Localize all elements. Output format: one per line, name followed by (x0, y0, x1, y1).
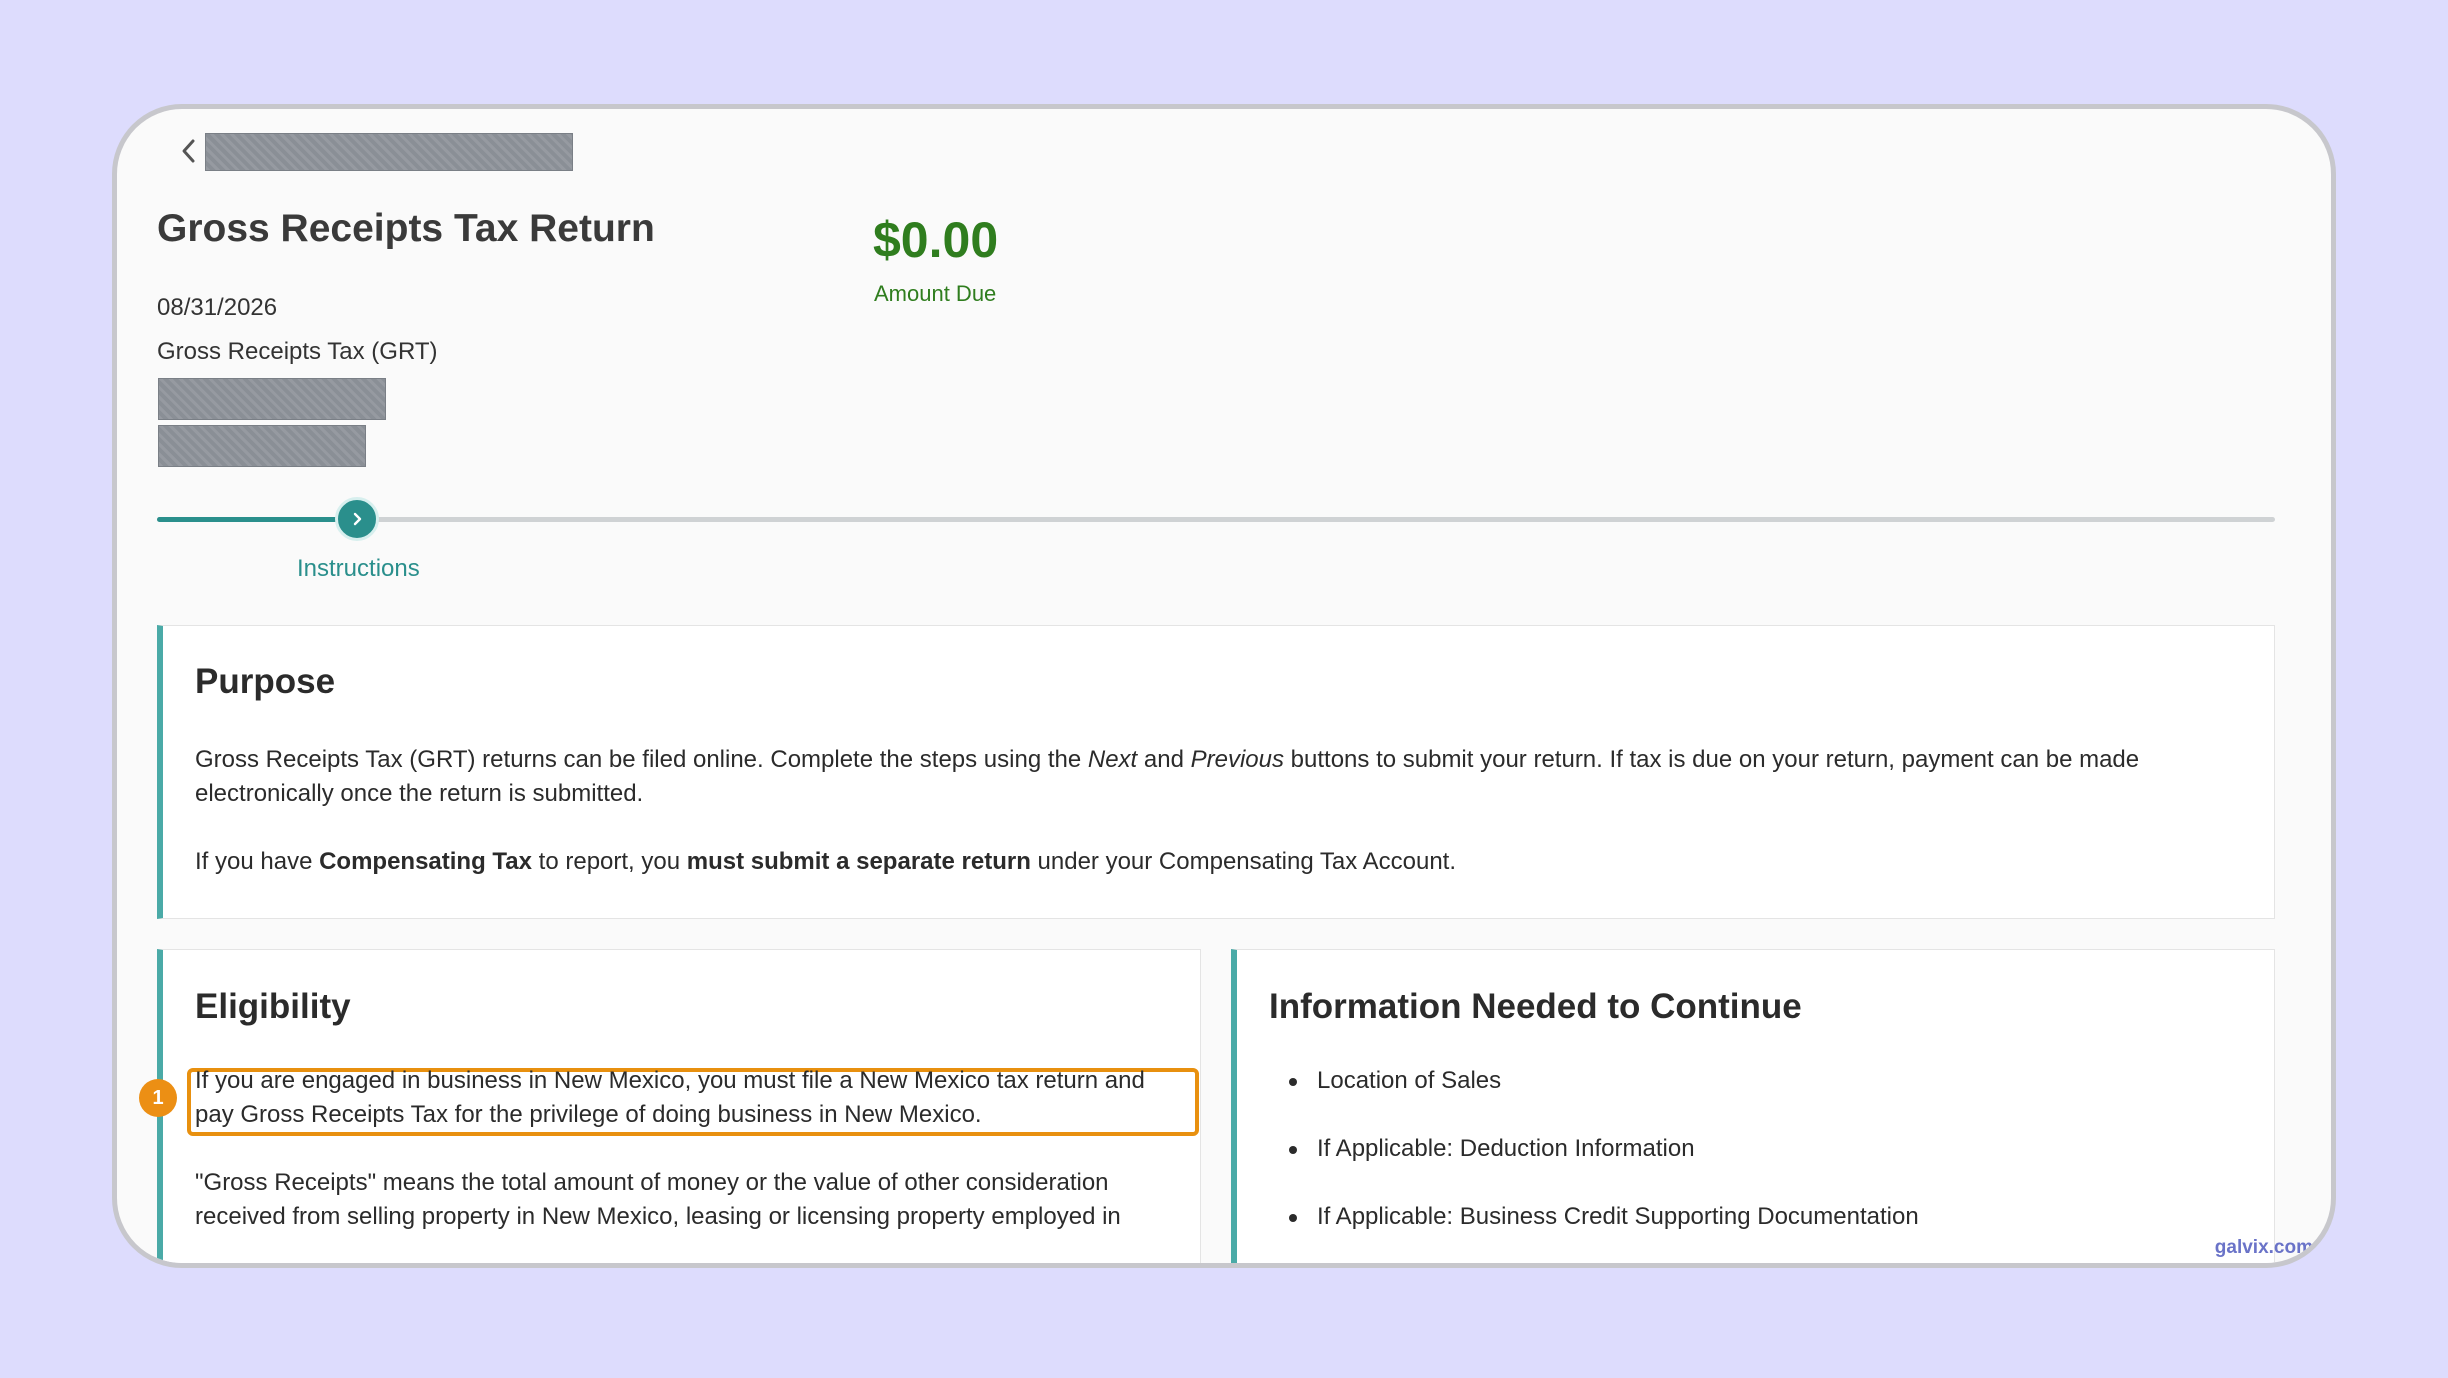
stepper-progress (157, 517, 337, 522)
bullet-icon (1289, 1078, 1297, 1086)
purpose-card: Purpose Gross Receipts Tax (GRT) returns… (157, 625, 2275, 919)
redacted-account-line-1 (158, 378, 386, 420)
info-needed-list: Location of Sales If Applicable: Deducti… (1269, 1064, 1919, 1263)
due-date: 08/31/2026 (157, 294, 278, 321)
list-item: Location of Sales (1269, 1064, 1919, 1132)
eligibility-paragraph-1: If you are engaged in business in New Me… (195, 1067, 1145, 1128)
stepper-track (157, 517, 2275, 522)
purpose-paragraph-2: If you have Compensating Tax to report, … (195, 848, 1457, 875)
app-window: Gross Receipts Tax Return $0.00 Amount D… (112, 104, 2336, 1268)
eligibility-paragraph-2: "Gross Receipts" means the total amount … (195, 1169, 1121, 1230)
step-instructions-dot[interactable] (335, 497, 379, 541)
info-needed-heading: Information Needed to Continue (1269, 987, 1802, 1026)
list-item: If Applicable: Business Credit Supportin… (1269, 1200, 1919, 1263)
eligibility-heading: Eligibility (195, 987, 351, 1026)
scrollbar-thumb[interactable] (2331, 939, 2335, 953)
redacted-breadcrumb (205, 133, 573, 171)
amount-due-label: Amount Due (874, 281, 997, 306)
purpose-paragraph-1: Gross Receipts Tax (GRT) returns can be … (195, 746, 2140, 807)
list-item: If Applicable: Deduction Information (1269, 1132, 1919, 1200)
tax-type: Gross Receipts Tax (GRT) (157, 338, 438, 365)
step-badge: 1 (139, 1079, 177, 1117)
chevron-left-icon (182, 139, 195, 163)
amount-due-value: $0.00 (873, 212, 999, 268)
redacted-account-line-2 (158, 425, 366, 467)
chevron-right-icon (353, 512, 362, 526)
bullet-icon (1289, 1214, 1297, 1222)
purpose-heading: Purpose (195, 662, 336, 701)
back-button[interactable] (169, 131, 209, 171)
eligibility-card: Eligibility If you are engaged in busine… (157, 949, 1201, 1263)
info-needed-card: Information Needed to Continue Location … (1231, 949, 2275, 1263)
bullet-icon (1289, 1146, 1297, 1154)
page-title: Gross Receipts Tax Return (157, 207, 655, 250)
step-instructions-label[interactable]: Instructions (297, 555, 420, 583)
watermark: galvix.com (2214, 1237, 2313, 1258)
